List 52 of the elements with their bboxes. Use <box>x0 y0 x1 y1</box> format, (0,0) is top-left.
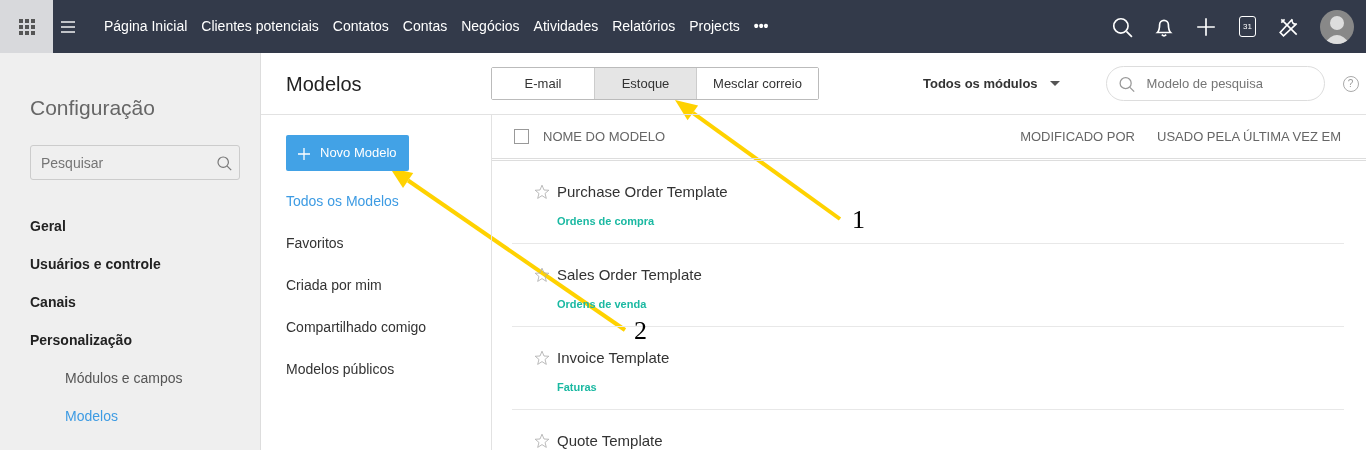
folder-link[interactable]: Criada por mim <box>286 274 382 296</box>
tab[interactable]: Mesclar correio <box>696 68 818 99</box>
template-name-link[interactable]: Purchase Order Template <box>557 181 728 204</box>
nav-link[interactable]: Contatos <box>325 16 396 37</box>
calendar-icon[interactable]: 31 <box>1239 16 1256 37</box>
column-header: MODIFICADO POR <box>1020 127 1135 146</box>
grid-icon <box>18 18 35 35</box>
apps-menu-button[interactable] <box>0 0 53 53</box>
star-icon[interactable] <box>534 350 550 366</box>
sidebar-item[interactable]: Geral <box>30 216 66 237</box>
sidebar-item[interactable]: Módulos e campos <box>65 368 183 389</box>
search-icon[interactable] <box>1111 15 1133 38</box>
plus-icon <box>298 147 310 160</box>
template-name-link[interactable]: Sales Order Template <box>557 264 702 287</box>
page-title: Modelos <box>285 71 363 97</box>
user-avatar[interactable] <box>1320 9 1354 44</box>
annotation-number: 2 <box>634 318 647 344</box>
nav-link[interactable]: Atividades <box>526 16 606 37</box>
nav-link[interactable]: Contas <box>395 16 455 37</box>
template-name-link[interactable]: Quote Template <box>557 430 663 450</box>
search-field[interactable]: Pesquisar <box>30 145 240 180</box>
column-header: USADO PELA ÚLTIMA VEZ EM <box>1157 127 1341 146</box>
nav-link[interactable]: Projects <box>682 16 747 37</box>
star-icon[interactable] <box>534 267 550 283</box>
star-icon[interactable] <box>534 433 550 449</box>
template-name-link[interactable]: Invoice Template <box>557 347 670 370</box>
module-label: Faturas <box>557 379 597 395</box>
nav-link[interactable]: Relatórios <box>605 16 683 37</box>
sidebar-title: Configuração <box>30 95 156 121</box>
caret-icon <box>1049 81 1060 86</box>
plus-icon[interactable] <box>1195 15 1217 38</box>
search-icon <box>216 154 232 171</box>
checkbox[interactable] <box>514 129 529 144</box>
search-icon <box>1117 75 1135 92</box>
folder-link[interactable]: Modelos públicos <box>286 358 395 380</box>
tab[interactable]: Estoque <box>594 68 696 99</box>
module-label: Ordens de compra <box>557 213 655 229</box>
star-icon[interactable] <box>534 184 550 200</box>
nav-link[interactable]: Clientes potenciais <box>194 16 326 37</box>
nav-link[interactable]: Negócios <box>454 16 527 37</box>
folder-link[interactable]: Favoritos <box>286 232 344 254</box>
sidebar-item[interactable]: Personalização <box>30 330 132 351</box>
menu-icon[interactable] <box>61 20 75 33</box>
search-field[interactable]: Modelo de pesquisa <box>1105 66 1325 101</box>
module-dropdown[interactable]: Todos os módulos <box>923 73 1060 94</box>
nav-link[interactable]: Página Inicial <box>97 16 195 37</box>
more-menu[interactable]: ••• <box>746 16 776 37</box>
folder-link[interactable]: Compartilhado comigo <box>286 316 427 338</box>
sidebar-item[interactable]: Usuários e controle <box>30 254 161 275</box>
column-header: NOME DO MODELO <box>543 127 666 146</box>
annotation-number: 1 <box>852 207 865 233</box>
sidebar-item[interactable]: Canais <box>30 292 76 313</box>
